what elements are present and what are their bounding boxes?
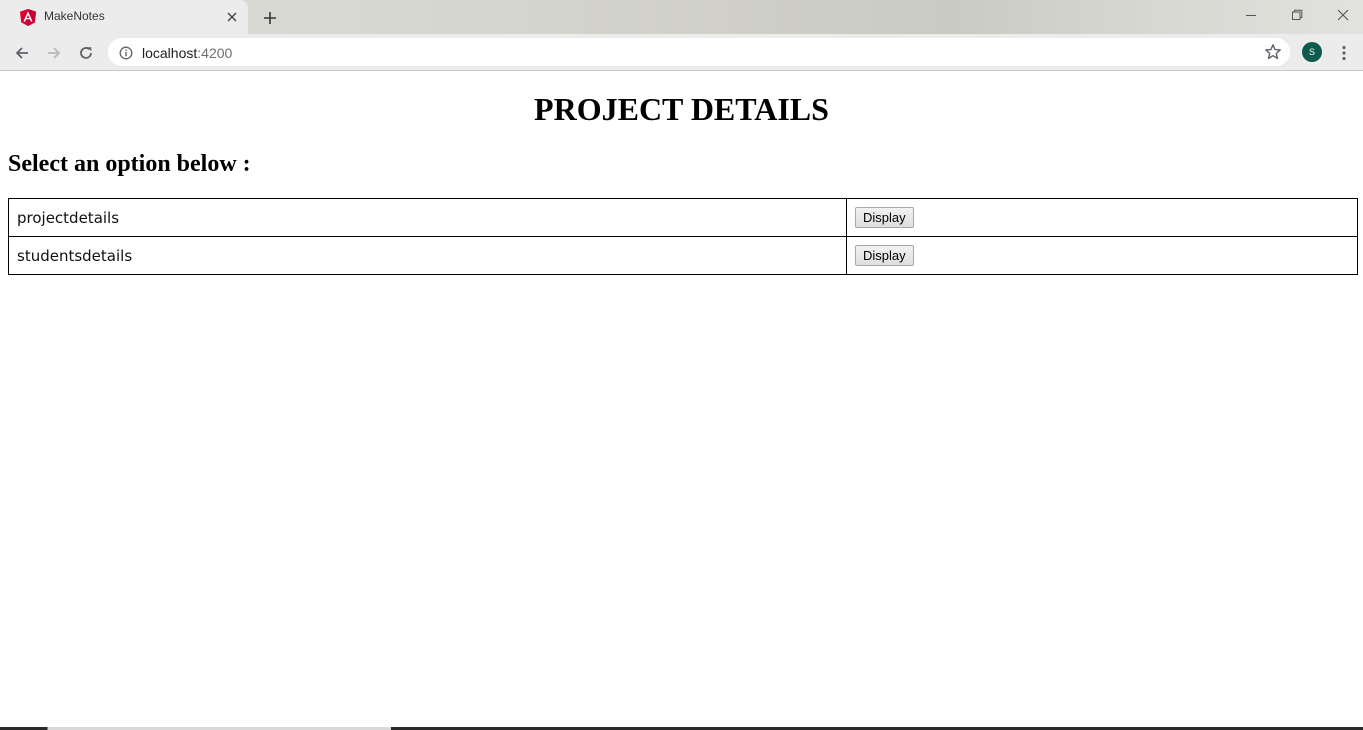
browser-tab[interactable]: MakeNotes — [0, 0, 248, 34]
display-button[interactable]: Display — [855, 207, 914, 228]
restore-icon[interactable] — [1274, 0, 1320, 30]
option-name: projectdetails — [8, 198, 847, 237]
close-icon[interactable] — [224, 9, 240, 25]
page-content: PROJECT DETAILS Select an option below :… — [0, 71, 1363, 727]
subheading: Select an option below : — [8, 151, 251, 177]
browser-toolbar: localhost:4200 S — [0, 34, 1363, 71]
table-row: projectdetails Display — [8, 198, 1358, 237]
display-button[interactable]: Display — [855, 245, 914, 266]
info-icon[interactable] — [119, 45, 133, 60]
table-row: studentsdetails Display — [8, 236, 1358, 275]
angular-logo-icon — [20, 9, 36, 26]
url-host: localhost — [142, 45, 198, 61]
tab-title: MakeNotes — [44, 9, 105, 23]
option-action-cell: Display — [846, 198, 1358, 237]
plus-icon[interactable] — [260, 8, 280, 28]
close-icon[interactable] — [1320, 0, 1363, 30]
address-bar[interactable]: localhost:4200 — [108, 38, 1290, 66]
option-name: studentsdetails — [8, 236, 847, 275]
star-icon[interactable] — [1264, 43, 1282, 61]
kebab-menu-icon[interactable] — [1336, 42, 1352, 64]
reload-icon[interactable] — [75, 42, 97, 64]
avatar[interactable]: S — [1302, 42, 1322, 62]
options-table: projectdetails Display studentsdetails D… — [8, 198, 1358, 275]
minimize-icon[interactable] — [1228, 0, 1274, 30]
browser-titlebar: MakeNotes — [0, 0, 1363, 34]
arrow-left-icon[interactable] — [11, 42, 33, 64]
url-port: :4200 — [197, 45, 233, 61]
arrow-right-icon[interactable] — [43, 42, 65, 64]
page-title: PROJECT DETAILS — [534, 91, 829, 127]
option-action-cell: Display — [846, 236, 1358, 275]
url-text: localhost:4200 — [142, 45, 232, 61]
